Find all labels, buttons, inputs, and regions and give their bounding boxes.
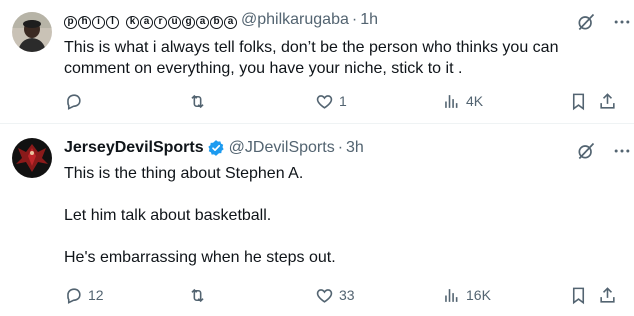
- share-button[interactable]: [598, 92, 617, 111]
- repost-button[interactable]: [188, 286, 212, 305]
- display-name-letter: p: [64, 15, 77, 29]
- like-icon: [316, 288, 333, 303]
- share-icon: [600, 92, 615, 109]
- timestamp[interactable]: 3h: [346, 139, 364, 157]
- display-name-letter: u: [168, 15, 181, 29]
- avatar-image: [12, 138, 52, 178]
- verified-badge-icon: [207, 139, 225, 157]
- display-name-letter: r: [154, 15, 167, 29]
- display-name-letter: g: [182, 15, 195, 29]
- tweet[interactable]: JerseyDevilSports @JDevilSports · 3h Thi…: [0, 124, 634, 316]
- tweet-header: JerseyDevilSports @JDevilSports · 3h: [64, 137, 622, 159]
- bookmark-button[interactable]: [569, 92, 588, 111]
- tweet-text-line: This is what i always tell folks, don’t …: [64, 39, 559, 77]
- avatar[interactable]: [12, 12, 52, 52]
- display-name-letter: l: [106, 15, 119, 29]
- display-name-letter: k: [126, 15, 139, 29]
- share-button[interactable]: [598, 286, 617, 305]
- timestamp[interactable]: 1h: [360, 11, 378, 29]
- bookmark-button[interactable]: [569, 286, 588, 305]
- reply-button[interactable]: [64, 92, 88, 111]
- reply-icon: [67, 93, 81, 110]
- more-icon[interactable]: [612, 12, 632, 37]
- display-name-letter: a: [224, 15, 237, 29]
- reply-icon: [67, 287, 81, 304]
- views-icon: [445, 288, 458, 302]
- tweet-text-line: This is the thing about Stephen A.: [64, 165, 304, 182]
- tweet[interactable]: philkarugaba @philkarugaba · 1h This is …: [0, 0, 634, 124]
- share-icon: [600, 286, 615, 303]
- views-icon: [445, 94, 458, 108]
- tweet-text-line: He's embarrassing when he steps out.: [64, 249, 336, 266]
- like-button[interactable]: 1: [315, 92, 347, 111]
- view-count: 16K: [466, 287, 491, 303]
- display-name-letter: i: [92, 15, 105, 29]
- reply-count: 12: [88, 287, 104, 303]
- separator-dot: ·: [351, 11, 358, 28]
- avatar-image: [12, 12, 52, 52]
- display-name-letter: a: [196, 15, 209, 29]
- bookmark-icon: [572, 287, 585, 304]
- like-count: 1: [339, 93, 347, 109]
- view-count: 4K: [466, 93, 484, 109]
- display-name[interactable]: JerseyDevilSports: [64, 139, 204, 157]
- tweet-text: This is what i always tell folks, don’t …: [64, 37, 622, 79]
- grok-icon[interactable]: [576, 12, 596, 37]
- like-icon: [316, 94, 333, 109]
- action-bar: 12 33 16K: [64, 284, 626, 306]
- repost-icon: [191, 288, 204, 302]
- repost-button[interactable]: [188, 92, 212, 111]
- like-count: 33: [339, 287, 355, 303]
- user-handle[interactable]: @philkarugaba: [241, 11, 349, 29]
- bookmark-icon: [572, 93, 585, 110]
- display-name-letter: h: [78, 15, 91, 29]
- tweet-text-line: Let him talk about basketball.: [64, 207, 272, 224]
- grok-icon[interactable]: [576, 141, 596, 166]
- display-name[interactable]: philkarugaba: [64, 11, 237, 29]
- views-button[interactable]: 16K: [442, 286, 491, 305]
- user-handle[interactable]: @JDevilSports: [229, 139, 335, 157]
- like-button[interactable]: 33: [315, 286, 355, 305]
- reply-button[interactable]: 12: [64, 286, 104, 305]
- more-icon[interactable]: [612, 141, 632, 166]
- views-button[interactable]: 4K: [442, 92, 483, 111]
- repost-icon: [191, 94, 204, 108]
- display-name-letter: b: [210, 15, 223, 29]
- separator-dot: ·: [337, 139, 344, 156]
- avatar[interactable]: [12, 138, 52, 178]
- action-bar: 1 4K: [64, 90, 626, 112]
- tweet-text: This is the thing about Stephen A. Let h…: [64, 163, 622, 268]
- tweet-header: philkarugaba @philkarugaba · 1h: [64, 9, 622, 31]
- display-name-letter: a: [140, 15, 153, 29]
